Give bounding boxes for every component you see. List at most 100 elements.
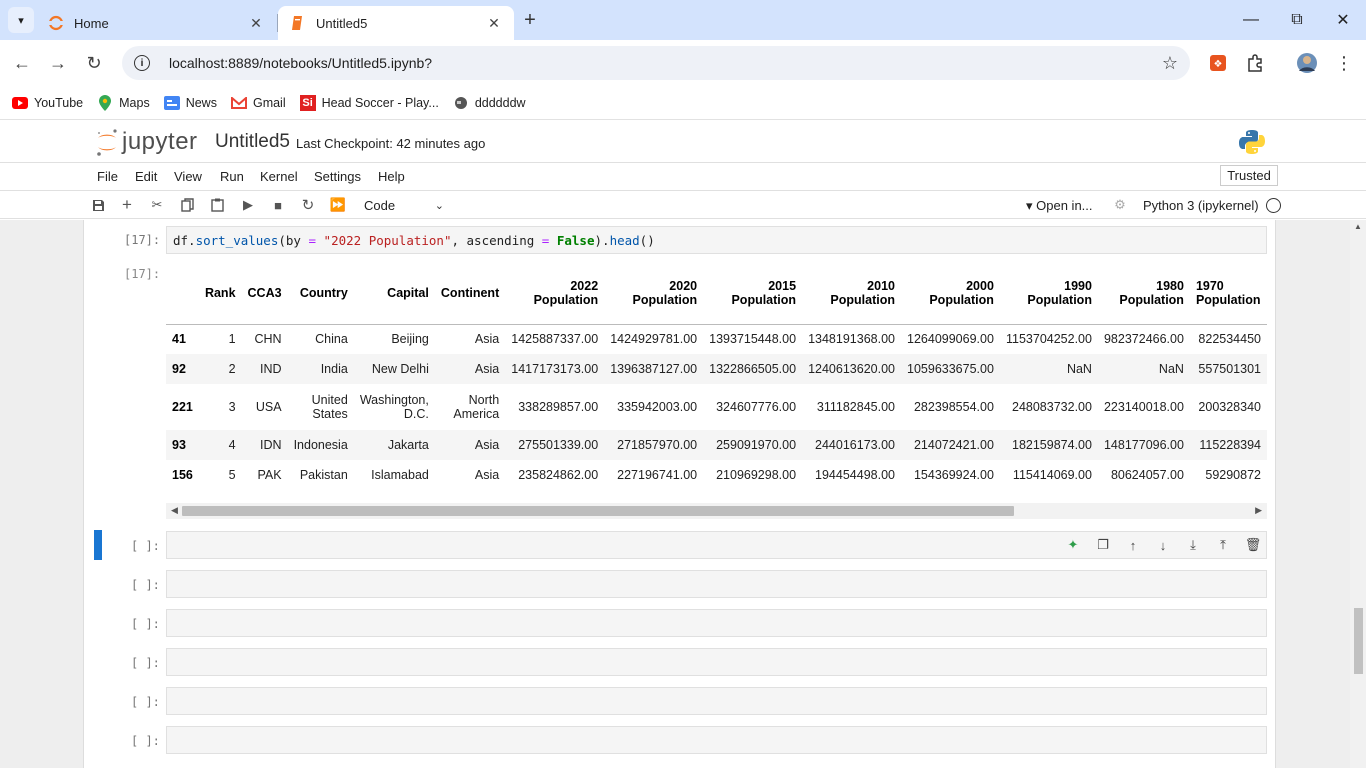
menu-file[interactable]: File xyxy=(97,169,118,184)
table-cell: 2 xyxy=(228,362,236,376)
table-cell: Beijing xyxy=(391,332,429,347)
menu-run[interactable]: Run xyxy=(220,169,244,184)
table-row: 92 2 IND India New Delhi Asia 1417173173… xyxy=(166,354,1267,384)
menu-edit[interactable]: Edit xyxy=(135,169,157,184)
restore-button[interactable]: ⧉ xyxy=(1274,0,1320,40)
scrollbar-thumb[interactable] xyxy=(182,506,1014,516)
address-bar[interactable]: i localhost:8889/notebooks/Untitled5.ipy… xyxy=(122,46,1190,80)
paste-icon[interactable] xyxy=(208,196,226,214)
bookmark-label: Maps xyxy=(119,95,150,110)
table-cell: 1424929781.00 xyxy=(610,332,698,347)
close-icon[interactable]: ✕ xyxy=(484,13,504,33)
url-text[interactable]: localhost:8889/notebooks/Untitled5.ipynb… xyxy=(169,55,1162,71)
minimize-button[interactable]: — xyxy=(1228,0,1274,40)
debugger-bug-icon[interactable]: ⚙ xyxy=(1111,196,1129,214)
move-down-icon[interactable]: ↓ xyxy=(1154,536,1172,554)
table-cell: 115228394 xyxy=(1199,438,1261,452)
scroll-left-icon[interactable]: ◀ xyxy=(171,505,178,516)
browser-menu-icon[interactable]: ⋮ xyxy=(1333,52,1355,74)
table-header-row: Rank CCA3 Country Capital Continent 2022… xyxy=(166,262,1267,325)
close-icon[interactable]: ✕ xyxy=(246,13,266,33)
bookmark-star-icon[interactable]: ☆ xyxy=(1162,53,1178,74)
youtube-icon xyxy=(12,95,28,111)
fast-forward-icon[interactable]: ⏩ xyxy=(329,196,347,214)
code-cell-input[interactable]: df.sort_values(by = "2022 Population", a… xyxy=(166,226,1267,254)
extensions-puzzle-icon[interactable] xyxy=(1244,52,1266,74)
copy-icon[interactable] xyxy=(178,196,196,214)
open-in-dropdown[interactable]: ▾ Open in... xyxy=(1026,198,1093,214)
code-cell-input[interactable] xyxy=(166,609,1267,637)
scroll-up-icon[interactable]: ▲ xyxy=(1354,222,1362,231)
add-cell-icon[interactable]: + xyxy=(118,195,136,214)
tab-home[interactable]: Home ✕ xyxy=(36,6,276,40)
column-header: Rank xyxy=(198,262,242,325)
table-cell: Washington, D.C. xyxy=(359,393,429,421)
dataframe-table: Rank CCA3 Country Capital Continent 2022… xyxy=(166,262,1267,490)
cut-icon[interactable]: ✂ xyxy=(148,196,166,214)
column-header: 1980 Population xyxy=(1097,262,1190,325)
code-cell-input[interactable]: ✦ ❐ ↑ ↓ ⤓ ⤒ 🗑 xyxy=(166,531,1267,559)
table-cell: 115414069.00 xyxy=(1012,468,1092,482)
active-cell-indicator xyxy=(94,530,102,560)
bookmark-ddddddw[interactable]: ddddddw xyxy=(453,95,526,111)
table-cell: USA xyxy=(255,400,282,414)
table-cell: NaN xyxy=(1158,362,1184,376)
horizontal-scrollbar[interactable]: ◀ ▶ xyxy=(166,503,1267,519)
tab-search-button[interactable]: ▾ xyxy=(8,7,34,33)
menu-help[interactable]: Help xyxy=(378,169,405,184)
scroll-right-icon[interactable]: ▶ xyxy=(1255,505,1262,516)
forward-button[interactable]: → xyxy=(44,49,72,77)
cell-type-dropdown[interactable]: Code ⌄ xyxy=(358,195,444,215)
trusted-indicator[interactable]: Trusted xyxy=(1220,165,1278,186)
scrollbar-thumb[interactable] xyxy=(1354,608,1363,674)
save-icon[interactable] xyxy=(89,196,107,214)
restart-icon[interactable]: ↻ xyxy=(299,196,317,214)
menu-settings[interactable]: Settings xyxy=(314,169,361,184)
back-button[interactable]: ← xyxy=(8,49,36,77)
move-up-icon[interactable]: ↑ xyxy=(1124,536,1142,554)
run-icon[interactable]: ▶ xyxy=(239,196,257,214)
head-soccer-icon: Si xyxy=(299,94,316,111)
column-header xyxy=(166,262,199,325)
bookmark-news[interactable]: News xyxy=(163,95,217,111)
code-cell-input[interactable] xyxy=(166,726,1267,754)
notebook-title[interactable]: Untitled5 xyxy=(215,131,290,153)
tab-title: Untitled5 xyxy=(316,15,368,31)
reload-button[interactable]: ↻ xyxy=(80,49,108,77)
bookmark-maps[interactable]: Maps xyxy=(97,94,150,111)
bookmark-head-soccer[interactable]: Si Head Soccer - Play... xyxy=(299,94,439,111)
profile-avatar[interactable] xyxy=(1296,52,1318,74)
window-close-button[interactable]: ✕ xyxy=(1320,0,1366,40)
bookmark-gmail[interactable]: Gmail xyxy=(230,95,286,111)
vertical-scrollbar[interactable]: ▲ xyxy=(1350,220,1366,768)
table-cell: 822534450 xyxy=(1198,332,1261,347)
menu-view[interactable]: View xyxy=(174,169,202,184)
sparkle-icon[interactable]: ✦ xyxy=(1064,536,1082,554)
input-prompt: [ ]: xyxy=(131,539,160,553)
bookmark-label: YouTube xyxy=(34,95,84,110)
checkpoint-status: Last Checkpoint: 42 minutes ago xyxy=(296,136,486,151)
new-tab-button[interactable]: + xyxy=(518,8,542,32)
code-cell-input[interactable] xyxy=(166,648,1267,676)
code-token: ). xyxy=(594,233,610,248)
extension-icon[interactable]: ❖ xyxy=(1207,52,1229,74)
table-cell: Jakarta xyxy=(387,438,429,452)
code-cell-input[interactable] xyxy=(166,570,1267,598)
kernel-name[interactable]: Python 3 (ipykernel) xyxy=(1143,198,1259,213)
table-row: 221 3 USA United States Washington, D.C.… xyxy=(166,384,1267,430)
tab-untitled5[interactable]: Untitled5 ✕ xyxy=(278,6,514,40)
stop-icon[interactable]: ■ xyxy=(269,196,287,214)
duplicate-icon[interactable]: ❐ xyxy=(1094,536,1112,554)
delete-icon[interactable]: 🗑 xyxy=(1244,536,1262,554)
code-cell-input[interactable] xyxy=(166,687,1267,715)
jupyter-logo[interactable]: jupyter xyxy=(95,127,198,157)
cell-toolbar: ✦ ❐ ↑ ↓ ⤓ ⤒ 🗑 xyxy=(1064,536,1262,554)
insert-above-icon[interactable]: ⤓ xyxy=(1184,536,1202,554)
open-in-label: Open in... xyxy=(1036,198,1093,213)
bookmark-youtube[interactable]: YouTube xyxy=(12,95,83,111)
site-info-icon[interactable]: i xyxy=(134,55,150,71)
table-cell: CHN xyxy=(254,332,282,347)
insert-below-icon[interactable]: ⤒ xyxy=(1214,536,1232,554)
output-prompt: [17]: xyxy=(124,267,161,281)
menu-kernel[interactable]: Kernel xyxy=(260,169,298,184)
